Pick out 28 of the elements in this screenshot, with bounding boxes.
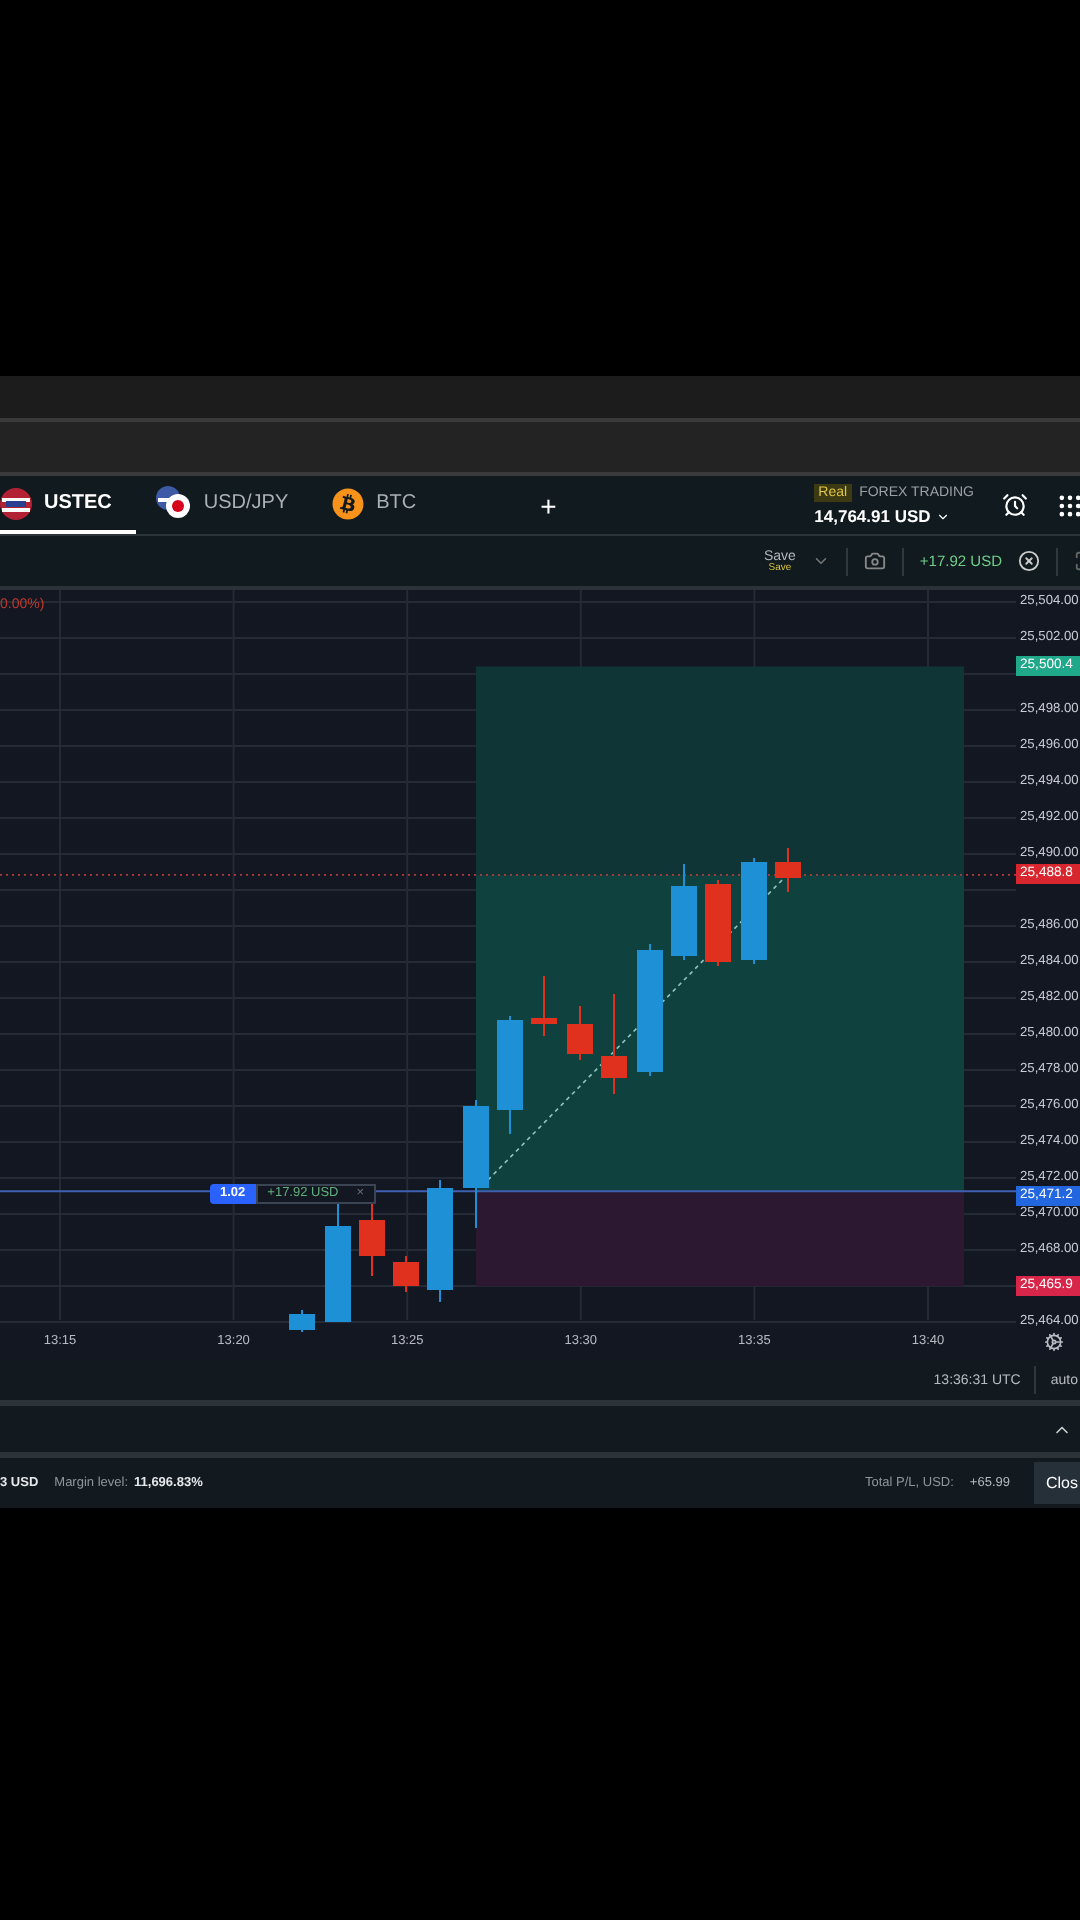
instrument-tab[interactable]: BTC	[332, 476, 441, 534]
candle	[671, 863, 697, 961]
flag-icon	[0, 487, 32, 519]
candle	[567, 1005, 593, 1061]
close-icon[interactable]	[1018, 550, 1040, 572]
candle	[741, 857, 767, 965]
bitcoin-icon	[332, 487, 365, 519]
candle	[289, 1309, 315, 1333]
candle	[427, 1179, 453, 1303]
add-tab-button[interactable]: +	[540, 476, 557, 534]
instrument-tab[interactable]: USD/JPY	[155, 476, 313, 534]
caret-icon	[936, 509, 951, 523]
candle	[393, 1255, 419, 1293]
candle	[359, 1199, 385, 1277]
candle	[637, 943, 663, 1077]
candle	[531, 975, 557, 1037]
candle	[705, 879, 731, 967]
candle	[775, 847, 801, 893]
candle	[601, 993, 627, 1095]
candle	[497, 1015, 523, 1135]
candle	[325, 1203, 351, 1323]
flags-icon	[155, 486, 192, 520]
candle	[463, 1099, 489, 1229]
gear-icon[interactable]	[1044, 1332, 1064, 1352]
close-button[interactable]: Clos	[1033, 1462, 1080, 1504]
balance-selector[interactable]: 14,764.91 USD	[814, 506, 974, 526]
camera-icon[interactable]	[863, 550, 886, 572]
chevron-down-icon[interactable]	[811, 552, 830, 570]
